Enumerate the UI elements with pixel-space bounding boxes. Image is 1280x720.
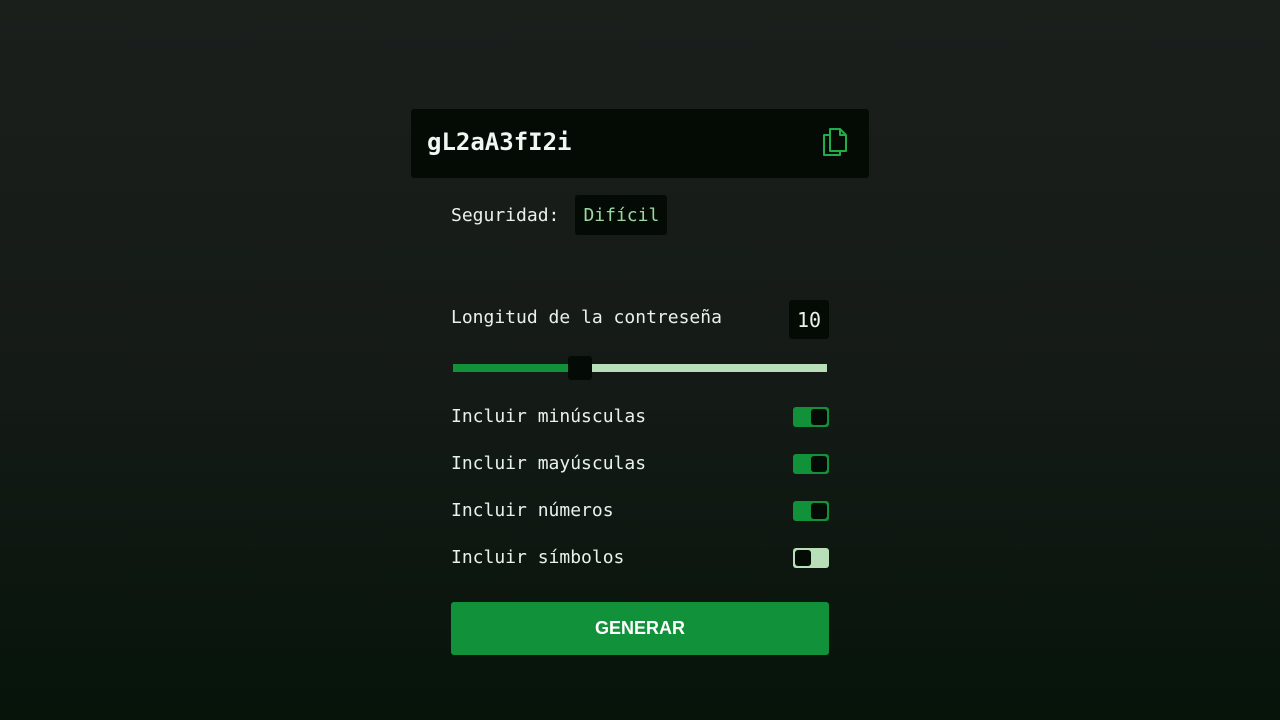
toggle-knob [811, 456, 827, 472]
option-label: Incluir números [451, 500, 614, 521]
option-lowercase: Incluir minúsculas [451, 406, 829, 428]
generated-password: gL2aA3fI2i [427, 128, 572, 156]
lowercase-toggle[interactable] [793, 407, 829, 427]
toggle-knob [795, 550, 811, 566]
option-numbers: Incluir números [451, 500, 829, 522]
length-value: 10 [789, 300, 829, 339]
uppercase-toggle[interactable] [793, 454, 829, 474]
generate-button[interactable]: GENERAR [451, 602, 829, 655]
strength-row: Seguridad: Difícil [451, 195, 668, 235]
password-display: gL2aA3fI2i [411, 109, 869, 178]
slider-thumb[interactable] [568, 356, 593, 380]
numbers-toggle[interactable] [793, 501, 829, 521]
length-slider[interactable] [453, 356, 827, 380]
symbols-toggle[interactable] [793, 548, 829, 568]
option-label: Incluir minúsculas [451, 406, 647, 427]
option-label: Incluir mayúsculas [451, 453, 647, 474]
copy-icon [823, 128, 847, 156]
strength-badge: Difícil [575, 195, 668, 235]
slider-fill [453, 364, 581, 372]
copy-button[interactable] [820, 125, 850, 159]
option-label: Incluir símbolos [451, 547, 625, 568]
toggle-knob [811, 409, 827, 425]
option-symbols: Incluir símbolos [451, 547, 829, 569]
option-uppercase: Incluir mayúsculas [451, 453, 829, 475]
toggle-knob [811, 503, 827, 519]
strength-label: Seguridad: [451, 204, 560, 226]
length-label: Longitud de la contreseña [451, 307, 722, 328]
